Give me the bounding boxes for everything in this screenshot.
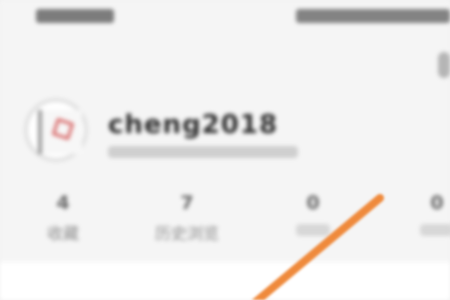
annotation-arrow-line: [251, 194, 384, 300]
annotation-arrow-icon: [251, 194, 384, 300]
